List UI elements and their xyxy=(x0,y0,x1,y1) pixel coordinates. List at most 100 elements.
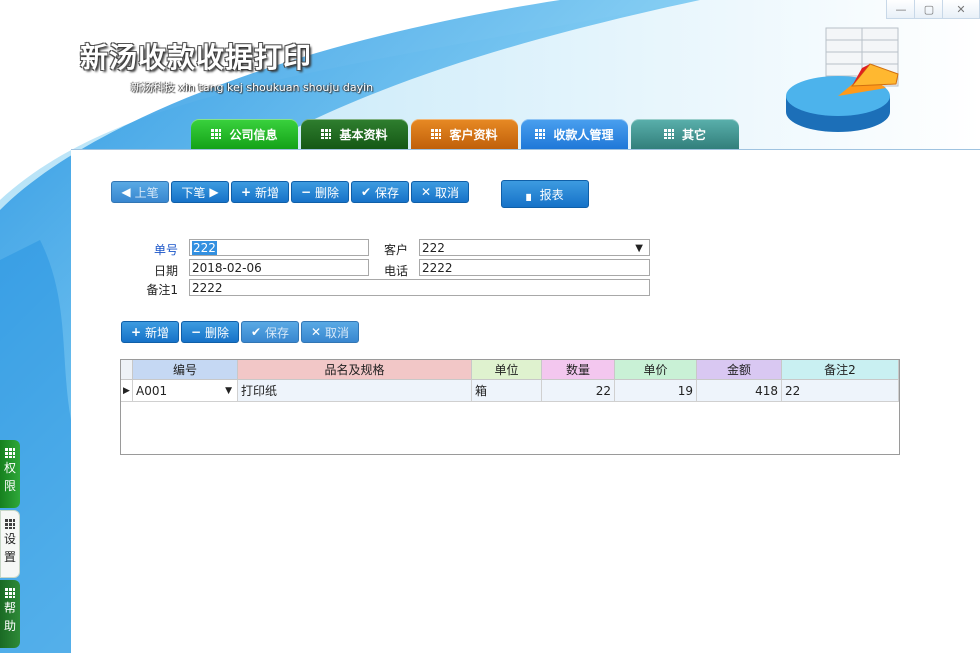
sidebar-label: 设 xyxy=(3,532,16,546)
x-icon: ✕ xyxy=(310,325,322,339)
next-record-button[interactable]: 下笔 ▶ xyxy=(171,181,229,203)
remark-label: 备注1 xyxy=(146,283,178,297)
dropdown-arrow-icon: ▼ xyxy=(635,243,643,254)
cell-code[interactable]: A001 ▼ xyxy=(133,380,238,402)
grid-icon xyxy=(5,588,15,598)
detail-grid: 编号 品名及规格 单位 数量 单价 金额 备注2 ▶ A001 ▼ 打印纸 箱 2… xyxy=(120,359,900,455)
grid-icon xyxy=(535,129,546,139)
row-header-corner xyxy=(121,360,133,380)
cancel-label: 取消 xyxy=(435,185,460,200)
grid-icon xyxy=(5,448,15,458)
sidebar-help[interactable]: 帮 助 xyxy=(0,580,20,648)
sidebar-label: 权 xyxy=(3,461,16,475)
tab-label: 基本资料 xyxy=(339,127,388,142)
remark-field[interactable]: 2222 xyxy=(189,279,650,296)
save-button[interactable]: ✔ 保存 xyxy=(351,181,409,203)
column-header-code[interactable]: 编号 xyxy=(133,360,238,380)
app-title: 新汤收款收据打印 xyxy=(80,41,313,74)
add-label: 新增 xyxy=(255,185,280,200)
column-header-amount[interactable]: 金额 xyxy=(697,360,782,380)
restore-button[interactable]: ▢ xyxy=(914,0,944,19)
phone-label: 电话 xyxy=(383,264,408,278)
check-icon: ✔ xyxy=(250,325,262,339)
cell-quantity[interactable]: 22 xyxy=(542,380,615,402)
delete-button[interactable]: − 删除 xyxy=(291,181,349,203)
remark-value: 2222 xyxy=(192,281,223,295)
add-label: 新增 xyxy=(145,325,170,340)
column-header-price[interactable]: 单价 xyxy=(615,360,697,380)
customer-select[interactable]: 222 ▼ xyxy=(419,239,650,256)
tab-label: 公司信息 xyxy=(229,127,278,142)
arrow-right-icon: ▶ xyxy=(209,185,219,199)
arrow-left-icon: ◀ xyxy=(121,185,131,199)
restore-icon: ▢ xyxy=(923,2,935,16)
delete-label: 删除 xyxy=(315,185,340,200)
cell-code-value: A001 xyxy=(136,384,168,398)
save-label: 保存 xyxy=(265,325,290,340)
cell-product[interactable]: 打印纸 xyxy=(238,380,472,402)
check-icon: ✔ xyxy=(360,185,372,199)
detail-cancel-button[interactable]: ✕ 取消 xyxy=(301,321,359,343)
tab-label: 客户资料 xyxy=(449,127,498,142)
order-no-value: 222 xyxy=(192,241,217,255)
grid-icon xyxy=(211,129,222,139)
column-header-remark[interactable]: 备注2 xyxy=(782,360,899,380)
sidebar-settings[interactable]: 设 置 xyxy=(0,510,20,578)
grid-icon xyxy=(5,519,15,529)
detail-delete-button[interactable]: − 删除 xyxy=(181,321,239,343)
order-no-label: 单号 xyxy=(153,243,178,257)
sidebar-label: 助 xyxy=(3,619,16,633)
dropdown-arrow-icon[interactable]: ▼ xyxy=(225,380,232,402)
sidebar-label: 帮 xyxy=(3,601,16,615)
column-header-quantity[interactable]: 数量 xyxy=(542,360,615,380)
sidebar-label: 限 xyxy=(3,479,16,493)
row-indicator-icon: ▶ xyxy=(121,380,133,402)
cancel-button[interactable]: ✕ 取消 xyxy=(411,181,469,203)
cell-price[interactable]: 19 xyxy=(615,380,697,402)
minus-icon: − xyxy=(300,185,312,199)
customer-value: 222 xyxy=(422,241,445,255)
cell-unit[interactable]: 箱 xyxy=(472,380,542,402)
tab-basic-data[interactable]: 基本资料 xyxy=(301,119,408,149)
order-no-field[interactable]: 222 xyxy=(189,239,369,256)
date-value: 2018-02-06 xyxy=(192,261,262,275)
grid-icon xyxy=(321,129,332,139)
date-field[interactable]: 2018-02-06 xyxy=(189,259,369,276)
close-icon: ✕ xyxy=(956,2,966,16)
minus-icon: − xyxy=(190,325,202,339)
cell-remark[interactable]: 22 xyxy=(782,380,899,402)
sidebar-label: 置 xyxy=(3,550,16,564)
report-button[interactable]: ▖ 报表 xyxy=(501,180,589,208)
cancel-label: 取消 xyxy=(325,325,350,340)
report-label: 报表 xyxy=(539,187,564,202)
date-label: 日期 xyxy=(153,264,178,278)
report-icon: ▖ xyxy=(526,187,536,201)
plus-icon: + xyxy=(240,185,252,199)
column-header-unit[interactable]: 单位 xyxy=(472,360,542,380)
phone-field[interactable]: 2222 xyxy=(419,259,650,276)
add-button[interactable]: + 新增 xyxy=(231,181,289,203)
column-header-product[interactable]: 品名及规格 xyxy=(238,360,472,380)
prev-record-button[interactable]: ◀ 上笔 xyxy=(111,181,169,203)
grid-icon xyxy=(663,129,674,139)
minimize-icon: — xyxy=(895,2,907,16)
x-icon: ✕ xyxy=(420,185,432,199)
tab-customer-data[interactable]: 客户资料 xyxy=(411,119,518,149)
customer-label: 客户 xyxy=(383,243,408,257)
cell-amount[interactable]: 418 xyxy=(697,380,782,402)
delete-label: 删除 xyxy=(205,325,230,340)
close-button[interactable]: ✕ xyxy=(942,0,980,19)
sidebar-permissions[interactable]: 权 限 xyxy=(0,440,20,508)
tab-other[interactable]: 其它 xyxy=(631,119,739,149)
tab-label: 其它 xyxy=(681,127,706,142)
tab-payee-management[interactable]: 收款人管理 xyxy=(521,119,628,149)
plus-icon: + xyxy=(130,325,142,339)
tab-company-info[interactable]: 公司信息 xyxy=(191,119,298,149)
app-subtitle: 新汤科技 xin tang kej shoukuan shouju dayin xyxy=(131,81,374,94)
prev-label: 上笔 xyxy=(134,185,159,200)
detail-add-button[interactable]: + 新增 xyxy=(121,321,179,343)
phone-value: 2222 xyxy=(422,261,453,275)
detail-save-button[interactable]: ✔ 保存 xyxy=(241,321,299,343)
grid-icon xyxy=(431,129,442,139)
minimize-button[interactable]: — xyxy=(886,0,916,19)
